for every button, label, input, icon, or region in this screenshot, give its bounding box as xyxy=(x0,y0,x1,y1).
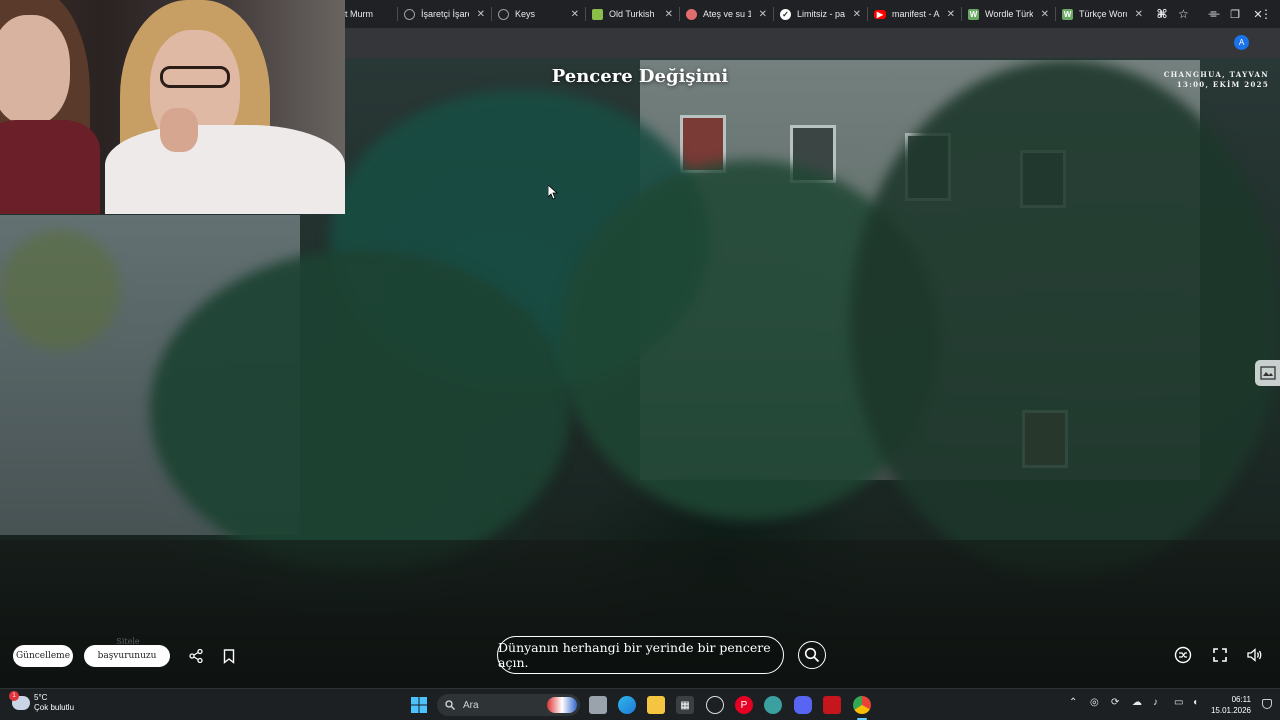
weather-desc: Çok bulutlu xyxy=(34,703,75,712)
task-view-icon[interactable] xyxy=(589,696,607,714)
tree-icon xyxy=(592,8,603,20)
taskbar-search[interactable]: Ara xyxy=(437,694,580,716)
window-close-button[interactable]: ✕ xyxy=(1236,0,1280,28)
office-app-icon[interactable] xyxy=(823,696,841,714)
search-button[interactable] xyxy=(798,641,826,669)
screen: t Murm İşaretçi İşare ✕ Keys ✕ Old Turki… xyxy=(0,0,1280,720)
tab-label: Wordle Türk xyxy=(985,9,1033,19)
bookmark-icon[interactable] xyxy=(219,646,239,666)
tab-label: Ateş ve su 1 xyxy=(703,9,751,19)
image-icon xyxy=(1259,366,1276,380)
globe-app-icon[interactable] xyxy=(764,696,782,714)
cloud-icon: 1 xyxy=(9,691,30,710)
tab-label: manifest - A xyxy=(892,9,940,19)
media-control-icon[interactable]: ≡ xyxy=(1210,7,1217,21)
browser-tab[interactable]: Keys ✕ xyxy=(492,0,585,28)
notification-badge: 1 xyxy=(9,691,19,701)
browser-toolbar xyxy=(345,28,1280,58)
youtube-icon: ▶ xyxy=(874,9,886,19)
tray-app-icon[interactable]: ◎ xyxy=(1090,697,1099,708)
menu-icon[interactable]: ⋮ xyxy=(1260,7,1272,21)
microphone-icon[interactable]: ♪ xyxy=(1153,697,1158,708)
search-icon xyxy=(804,647,820,663)
sync-icon[interactable]: ⟳ xyxy=(1111,697,1119,708)
person-hand xyxy=(160,108,198,152)
wordle-icon: W xyxy=(968,8,979,20)
check-icon: ✓ xyxy=(780,8,791,20)
browser-tab[interactable]: ✓ Limitsiz - pa ✕ xyxy=(774,0,867,28)
onedrive-icon[interactable]: ☁ xyxy=(1132,697,1142,708)
file-explorer-icon[interactable] xyxy=(647,696,665,714)
speaker-icon[interactable]: ◖ xyxy=(1192,697,1198,708)
taskbar: 1 5°C Çok bulutlu Ara ▦ P ⌃ ◎ ⟳ ☁ ♪ ▭ ◖ … xyxy=(0,688,1280,720)
chrome-icon[interactable] xyxy=(853,696,871,714)
clock-date: 15.01.2026 xyxy=(1210,706,1251,715)
tab-label: Limitsiz - pa xyxy=(797,9,845,19)
close-icon[interactable]: ✕ xyxy=(1041,9,1049,20)
translate-icon[interactable]: ⌘ xyxy=(1156,7,1168,21)
browser-tab[interactable]: W Türkçe Word ✕ xyxy=(1056,0,1149,28)
game-icon[interactable] xyxy=(706,696,724,714)
side-panel-tab[interactable] xyxy=(1255,360,1280,386)
fullscreen-icon[interactable] xyxy=(1210,645,1230,665)
close-icon[interactable]: ✕ xyxy=(1135,9,1143,20)
network-icon[interactable]: ▭ xyxy=(1174,697,1183,708)
notification-bell-icon[interactable] xyxy=(1262,699,1272,709)
tab-label: t Murm xyxy=(345,9,373,19)
search-icon xyxy=(445,700,455,710)
weather-text: 5°C Çok bulutlu xyxy=(34,693,74,713)
store-icon[interactable]: ▦ xyxy=(676,696,694,714)
close-icon[interactable]: ✕ xyxy=(571,9,579,20)
person-shirt xyxy=(0,120,100,214)
tab-label: İşaretçi İşare xyxy=(421,9,469,19)
tab-label: Türkçe Word xyxy=(1079,9,1127,19)
tab-label: Keys xyxy=(515,9,536,19)
location-city: CHANGHUA, TAYVAN xyxy=(1163,70,1269,79)
close-icon[interactable]: ✕ xyxy=(759,9,767,20)
volume-icon[interactable] xyxy=(1245,645,1265,665)
browser-tab[interactable]: W Wordle Türk ✕ xyxy=(962,0,1055,28)
weather-widget[interactable]: 1 5°C Çok bulutlu xyxy=(9,691,74,713)
location-time: 13:00, EKİM 2025 xyxy=(1176,80,1269,89)
close-icon[interactable]: ✕ xyxy=(477,9,485,20)
weather-temp: 5°C xyxy=(34,693,48,702)
person-jacket xyxy=(105,125,345,214)
browser-tab[interactable]: Old Turkish ✕ xyxy=(586,0,679,28)
chevron-up-icon[interactable]: ⌃ xyxy=(1069,697,1077,708)
apply-button[interactable]: başvurunuzu xyxy=(84,645,170,667)
close-icon[interactable]: ✕ xyxy=(853,9,861,20)
edge-icon[interactable] xyxy=(618,696,636,714)
page-title: Pencere Değişimi xyxy=(551,66,729,87)
pinterest-icon[interactable]: P xyxy=(735,696,753,714)
browser-tab[interactable]: t Murm xyxy=(345,0,397,28)
browser-tab-strip: t Murm İşaretçi İşare ✕ Keys ✕ Old Turki… xyxy=(345,0,1280,28)
windows-start-icon[interactable] xyxy=(410,696,428,714)
clock[interactable]: 06:11 15.01.2026 xyxy=(1211,694,1251,716)
browser-tab[interactable]: ▶ manifest - A ✕ xyxy=(868,0,961,28)
close-icon[interactable]: ✕ xyxy=(665,9,673,20)
search-label: Ara xyxy=(463,699,479,711)
shuffle-icon[interactable] xyxy=(1173,645,1193,665)
location-label: CHANGHUA, TAYVAN 13:00, EKİM 2025 xyxy=(1164,70,1269,90)
tab-label: Old Turkish xyxy=(609,9,655,19)
browser-tab[interactable]: İşaretçi İşare ✕ xyxy=(398,0,491,28)
globe-icon xyxy=(498,8,509,20)
browser-tab[interactable]: Ateş ve su 1 ✕ xyxy=(680,0,773,28)
globe-icon xyxy=(404,8,415,20)
tree-foliage xyxy=(150,250,570,570)
share-icon[interactable] xyxy=(186,646,206,666)
fire-icon xyxy=(686,8,697,20)
update-button[interactable]: Güncelleme xyxy=(13,645,73,667)
bookmark-star-icon[interactable]: ☆ xyxy=(1178,7,1189,21)
search-prompt-button[interactable]: Dünyanın herhangi bir yerinde bir pencer… xyxy=(497,636,784,674)
tree-foliage xyxy=(0,230,120,350)
close-icon[interactable]: ✕ xyxy=(947,9,955,20)
profile-avatar[interactable]: A xyxy=(1234,35,1249,50)
clock-time: 06:11 xyxy=(1231,695,1251,704)
wordle-icon: W xyxy=(1062,8,1073,20)
webcam-overlay xyxy=(0,0,345,214)
discord-icon[interactable] xyxy=(794,696,812,714)
search-highlight-art xyxy=(547,697,577,713)
tree-foliage xyxy=(850,60,1280,580)
